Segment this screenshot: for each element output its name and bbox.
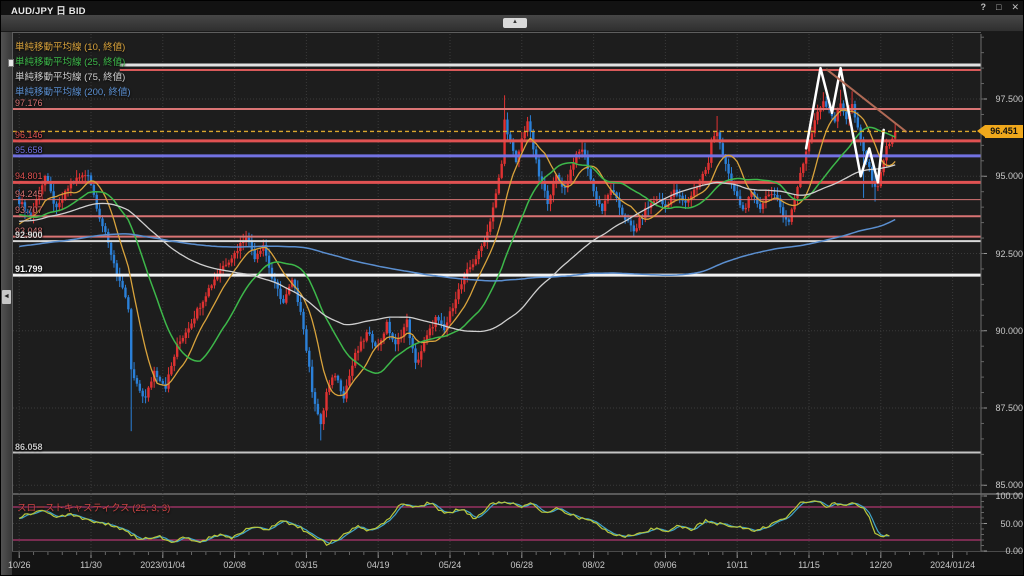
sma-25-line (19, 126, 896, 374)
axis-ticks (18, 34, 987, 558)
chart-window: AUD/JPY 日 BID ? □ ✕ ▲ ◄ 97.176 96.146 95.6… (0, 0, 1024, 576)
horizontal-levels[interactable] (13, 63, 981, 454)
sma-75-line (19, 164, 896, 333)
chart-canvas[interactable] (1, 1, 1024, 576)
sma-10-line (18, 109, 896, 397)
drawing-annotations[interactable] (13, 66, 981, 184)
legend-item-sma-75[interactable]: 単純移動平均線 (75, 終値) (15, 69, 131, 84)
gridlines (13, 34, 981, 551)
current-price-badge: 96.451 (977, 124, 1023, 138)
legend-drag-handle[interactable] (8, 59, 14, 67)
stochastics-legend[interactable]: スローストキャスティクス (25, 3, 3) (17, 500, 170, 514)
moving-averages (18, 109, 896, 397)
legend-item-sma-200[interactable]: 単純移動平均線 (200, 終値) (15, 84, 131, 99)
trendline-drawing[interactable] (825, 68, 908, 133)
ma-legend: 単純移動平均線 (10, 終値) 単純移動平均線 (25, 終値) 単純移動平均線 … (8, 39, 131, 99)
sma-200-line (19, 218, 896, 282)
legend-item-sma-10[interactable]: 単純移動平均線 (10, 終値) (15, 39, 131, 54)
legend-item-sma-25[interactable]: 単純移動平均線 (25, 終値) (15, 54, 131, 69)
